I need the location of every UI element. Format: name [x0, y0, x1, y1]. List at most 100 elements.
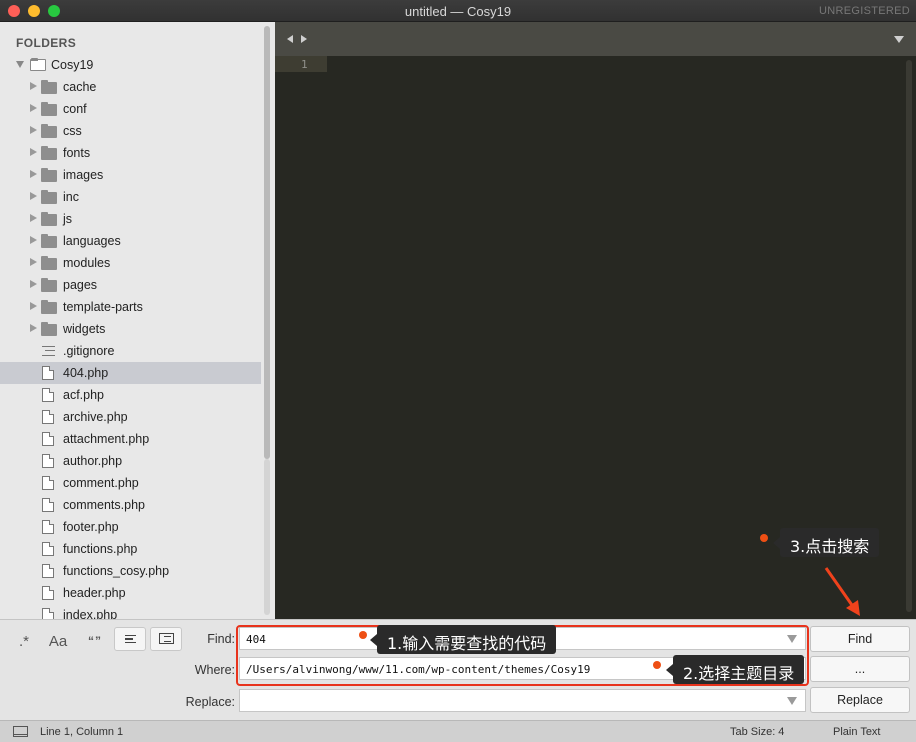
- collapsed-arrow-icon[interactable]: [30, 236, 37, 244]
- tree-folder-label: images: [63, 168, 104, 182]
- tree-folder-label: languages: [63, 234, 121, 248]
- collapsed-arrow-icon[interactable]: [30, 148, 37, 156]
- pointer-arrow-icon: [824, 567, 860, 616]
- tree-file[interactable]: archive.php: [0, 406, 261, 428]
- tree-folder[interactable]: cache: [0, 76, 261, 98]
- tree-file[interactable]: author.php: [0, 450, 261, 472]
- tree-root-label: Cosy19: [51, 58, 94, 72]
- folder-icon: [41, 278, 57, 292]
- collapsed-arrow-icon[interactable]: [30, 280, 37, 288]
- file-icon: [42, 366, 54, 380]
- collapsed-arrow-icon[interactable]: [30, 170, 37, 178]
- find-label: Find:: [207, 632, 235, 646]
- tree-file[interactable]: functions.php: [0, 538, 261, 560]
- tree-folder[interactable]: widgets: [0, 318, 261, 340]
- annotation-callout-2: 2.选择主题目录: [665, 655, 805, 684]
- file-icon: [42, 586, 54, 600]
- panel-toggle-icon[interactable]: [13, 726, 28, 737]
- tab-prev-icon[interactable]: [287, 35, 293, 43]
- tree-folder-label: cache: [63, 80, 97, 94]
- collapsed-arrow-icon[interactable]: [30, 104, 37, 112]
- regex-toggle[interactable]: .*: [12, 629, 36, 653]
- cursor-position: Line 1, Column 1: [40, 726, 124, 738]
- tree-folder[interactable]: template-parts: [0, 296, 261, 318]
- whole-word-toggle[interactable]: “”: [80, 629, 110, 653]
- tree-file-label: archive.php: [63, 410, 128, 424]
- browse-where-button[interactable]: ...: [810, 656, 910, 682]
- tree-folder-label: template-parts: [63, 300, 143, 314]
- collapsed-arrow-icon[interactable]: [30, 258, 37, 266]
- tree-folder-label: widgets: [63, 322, 106, 336]
- tree-file[interactable]: comment.php: [0, 472, 261, 494]
- collapsed-arrow-icon[interactable]: [30, 302, 37, 310]
- where-label: Where:: [194, 663, 235, 677]
- editor-scrollbar[interactable]: [906, 60, 912, 612]
- text-file-icon: [42, 346, 55, 356]
- tree-file-label: header.php: [63, 586, 126, 600]
- syntax-selector[interactable]: Plain Text: [833, 726, 881, 738]
- file-icon: [42, 410, 54, 424]
- tab-list-dropdown-icon[interactable]: [894, 36, 904, 43]
- tree-folder[interactable]: languages: [0, 230, 261, 252]
- tree-file[interactable]: header.php: [0, 582, 261, 604]
- title-bar: untitled — Cosy19 UNREGISTERED: [0, 0, 916, 22]
- replace-button[interactable]: Replace: [810, 687, 910, 713]
- tree-folder-label: conf: [63, 102, 87, 116]
- folder-icon: [41, 102, 57, 116]
- tree-file-label: .gitignore: [63, 344, 115, 358]
- tree-root-folder[interactable]: Cosy19: [0, 54, 261, 76]
- unregistered-label: UNREGISTERED: [819, 5, 910, 17]
- tree-file-label: index.php: [63, 608, 118, 619]
- collapsed-arrow-icon[interactable]: [30, 192, 37, 200]
- sidebar-scrollbar-track[interactable]: [264, 459, 270, 615]
- open-folder-icon: [30, 58, 46, 71]
- tree-folder-label: css: [63, 124, 82, 138]
- folder-icon: [41, 168, 57, 182]
- annotation-callout-1: 1.输入需要查找的代码: [369, 625, 557, 654]
- tree-folder[interactable]: js: [0, 208, 261, 230]
- tree-folder[interactable]: fonts: [0, 142, 261, 164]
- replace-history-dropdown-icon[interactable]: [787, 697, 797, 705]
- case-sensitive-toggle[interactable]: Aa: [45, 629, 71, 653]
- tree-file-label: footer.php: [63, 520, 119, 534]
- tab-next-icon[interactable]: [301, 35, 307, 43]
- replace-input[interactable]: [239, 689, 806, 712]
- tab-size-selector[interactable]: Tab Size: 4: [730, 726, 784, 738]
- sidebar-scrollbar-thumb[interactable]: [264, 26, 270, 459]
- file-icon: [42, 476, 54, 490]
- file-icon: [42, 564, 54, 578]
- tree-file[interactable]: attachment.php: [0, 428, 261, 450]
- tree-folder[interactable]: inc: [0, 186, 261, 208]
- tree-file-label: functions_cosy.php: [63, 564, 170, 578]
- folder-icon: [41, 80, 57, 94]
- file-icon: [42, 520, 54, 534]
- tree-file-label: comments.php: [63, 498, 145, 512]
- tree-folder[interactable]: css: [0, 120, 261, 142]
- expand-arrow-icon[interactable]: [16, 61, 24, 68]
- tree-file[interactable]: index.php: [0, 604, 261, 619]
- tree-file[interactable]: comments.php: [0, 494, 261, 516]
- tree-folder-label: js: [63, 212, 73, 226]
- tree-folder[interactable]: modules: [0, 252, 261, 274]
- collapsed-arrow-icon[interactable]: [30, 214, 37, 222]
- tree-file-selected[interactable]: 404.php: [0, 362, 261, 384]
- annotation-dot-2: [653, 661, 661, 669]
- tree-file-label: author.php: [63, 454, 123, 468]
- tree-file[interactable]: footer.php: [0, 516, 261, 538]
- find-button[interactable]: Find: [810, 626, 910, 652]
- tree-file[interactable]: functions_cosy.php: [0, 560, 261, 582]
- tree-file[interactable]: acf.php: [0, 384, 261, 406]
- tree-file[interactable]: .gitignore: [0, 340, 261, 362]
- show-context-toggle[interactable]: [114, 627, 146, 651]
- tree-folder[interactable]: pages: [0, 274, 261, 296]
- context-icon: [125, 635, 136, 643]
- collapsed-arrow-icon[interactable]: [30, 126, 37, 134]
- tree-folder[interactable]: images: [0, 164, 261, 186]
- collapsed-arrow-icon[interactable]: [30, 324, 37, 332]
- replace-label: Replace:: [185, 695, 235, 709]
- folder-icon: [41, 234, 57, 248]
- tree-folder[interactable]: conf: [0, 98, 261, 120]
- collapsed-arrow-icon[interactable]: [30, 82, 37, 90]
- file-icon: [42, 432, 54, 446]
- tab-bar: [275, 22, 916, 56]
